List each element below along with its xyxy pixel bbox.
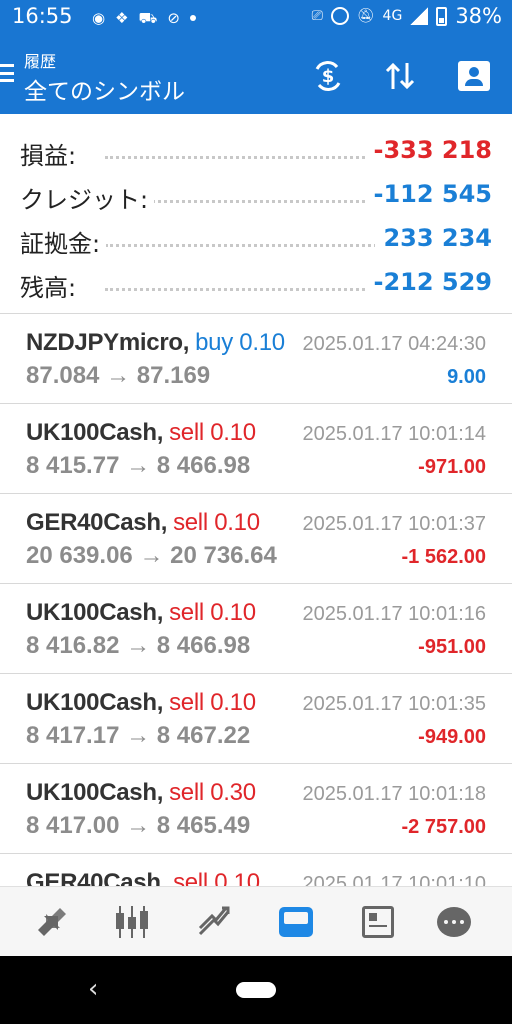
network-label: 4G — [382, 8, 403, 24]
summary-label: 証拠金: — [20, 224, 107, 259]
trade-side: sell 0.10 — [169, 599, 256, 626]
trade-time: 2025.01.17 10:01:18 — [302, 783, 486, 805]
alarm-icon — [330, 7, 349, 25]
trade-side: sell 0.10 — [173, 869, 260, 886]
trade-profit: -971.00 — [418, 456, 486, 478]
trade-profit: -2 757.00 — [401, 816, 486, 838]
trade-row[interactable]: UK100Cash, sell 0.10 2025.01.17 10:01:16 … — [0, 584, 512, 674]
trade-row[interactable]: GER40Cash, sell 0.10 2025.01.17 10:01:10 — [0, 854, 512, 886]
summary-value: -112 545 — [365, 180, 492, 208]
trade-time: 2025.01.17 10:01:10 — [302, 873, 486, 886]
deposit-filter-icon[interactable]: $ — [310, 58, 346, 94]
bottom-navigation — [0, 886, 512, 956]
battery-percent: 38% — [455, 4, 502, 28]
trade-prices: 8 417.00 → 8 465.49 — [26, 812, 251, 839]
trade-row[interactable]: UK100Cash, sell 0.10 2025.01.17 10:01:14 … — [0, 404, 512, 494]
trade-prices: 87.084 → 87.169 — [26, 362, 211, 389]
trade-profit: -1 562.00 — [401, 546, 486, 568]
news-icon[interactable] — [358, 902, 398, 942]
trade-profit: -951.00 — [418, 636, 486, 658]
trade-symbol: UK100Cash, — [26, 779, 164, 806]
summary-row-credit: クレジット: -112 545 — [0, 176, 512, 216]
trade-icon[interactable] — [194, 902, 234, 942]
sort-icon[interactable] — [382, 58, 418, 94]
trade-time: 2025.01.17 04:24:30 — [302, 333, 486, 355]
quotes-icon[interactable] — [32, 902, 72, 942]
trade-symbol: GER40Cash, — [26, 509, 168, 536]
mute-icon: 🔕︎ — [356, 8, 375, 24]
trade-prices: 8 416.82 → 8 466.98 — [26, 632, 251, 659]
status-right: ⎚ 🔕︎ 4G 38% — [312, 4, 502, 28]
trade-time: 2025.01.17 10:01:37 — [302, 513, 486, 535]
summary-value: -212 529 — [365, 268, 492, 296]
trade-prices: 8 417.17 → 8 467.22 — [26, 722, 251, 749]
symbol-filter[interactable]: 全てのシンボル — [24, 72, 185, 106]
trade-symbol: GER40Cash, — [26, 869, 168, 886]
summary-row-deposit: 証拠金: 233 234 — [0, 220, 512, 260]
status-time: 16:55 — [12, 4, 73, 28]
trade-row[interactable]: GER40Cash, sell 0.10 2025.01.17 10:01:37 … — [0, 494, 512, 584]
trade-row[interactable]: UK100Cash, sell 0.10 2025.01.17 10:01:35 … — [0, 674, 512, 764]
trade-history-list[interactable]: NZDJPYmicro, buy 0.10 2025.01.17 04:24:30… — [0, 314, 512, 886]
more-notifications-dot — [190, 15, 196, 21]
trade-side: sell 0.30 — [169, 779, 256, 806]
trade-side: sell 0.10 — [169, 419, 256, 446]
trade-profit: 9.00 — [447, 366, 486, 388]
summary-row-profit: 損益: -333 218 — [0, 132, 512, 172]
trade-row[interactable]: NZDJPYmicro, buy 0.10 2025.01.17 04:24:30… — [0, 314, 512, 404]
trade-time: 2025.01.17 10:01:16 — [302, 603, 486, 625]
trade-symbol: UK100Cash, — [26, 689, 164, 716]
summary-label: クレジット: — [20, 180, 155, 215]
status-bar: 16:55 ◉ ❖ ⛟ ⊘ ⎚ 🔕︎ 4G 38% — [0, 0, 512, 36]
summary-value: -333 218 — [365, 136, 492, 164]
signal-icon — [410, 7, 429, 25]
cart-icon: ⛟ — [138, 9, 158, 27]
summary-row-balance: 残高: -212 529 — [0, 264, 512, 304]
trade-side: buy 0.10 — [195, 329, 285, 356]
chrome-icon: ◉ — [92, 9, 106, 27]
battery-icon — [436, 6, 448, 26]
system-navigation-bar: ‹ — [0, 956, 512, 1024]
summary-label: 損益: — [20, 136, 83, 171]
trade-time: 2025.01.17 10:01:14 — [302, 423, 486, 445]
blocked-icon: ⊘ — [167, 9, 180, 27]
history-summary: 損益: -333 218 クレジット: -112 545 証拠金: 233 23… — [0, 114, 512, 314]
cast-icon: ⎚ — [311, 8, 323, 24]
home-button[interactable] — [236, 982, 276, 998]
app-bar: 履歴 全てのシンボル $ — [0, 36, 512, 114]
trade-time: 2025.01.17 10:01:35 — [302, 693, 486, 715]
chart-icon[interactable] — [112, 902, 152, 942]
trade-prices: 8 415.77 → 8 466.98 — [26, 452, 251, 479]
menu-icon[interactable] — [0, 64, 14, 82]
back-icon[interactable]: ‹ — [88, 974, 98, 1004]
summary-label: 残高: — [20, 268, 83, 303]
trade-symbol: UK100Cash, — [26, 419, 164, 446]
notification-icons: ◉ ❖ ⛟ ⊘ — [92, 8, 196, 28]
trade-profit: -949.00 — [418, 726, 486, 748]
box-icon: ❖ — [115, 9, 129, 27]
trade-side: sell 0.10 — [173, 509, 260, 536]
trade-symbol: UK100Cash, — [26, 599, 164, 626]
trade-symbol: NZDJPYmicro, — [26, 329, 190, 356]
chat-icon[interactable] — [434, 902, 474, 942]
trade-row[interactable]: UK100Cash, sell 0.30 2025.01.17 10:01:18 … — [0, 764, 512, 854]
summary-value: 233 234 — [375, 224, 492, 252]
history-icon[interactable] — [276, 902, 316, 942]
app-bar-subtitle: 履歴 — [24, 52, 57, 71]
svg-text:$: $ — [322, 66, 335, 87]
trade-prices: 20 639.06 → 20 736.64 — [26, 542, 277, 569]
trade-side: sell 0.10 — [169, 689, 256, 716]
report-icon[interactable] — [456, 58, 492, 94]
